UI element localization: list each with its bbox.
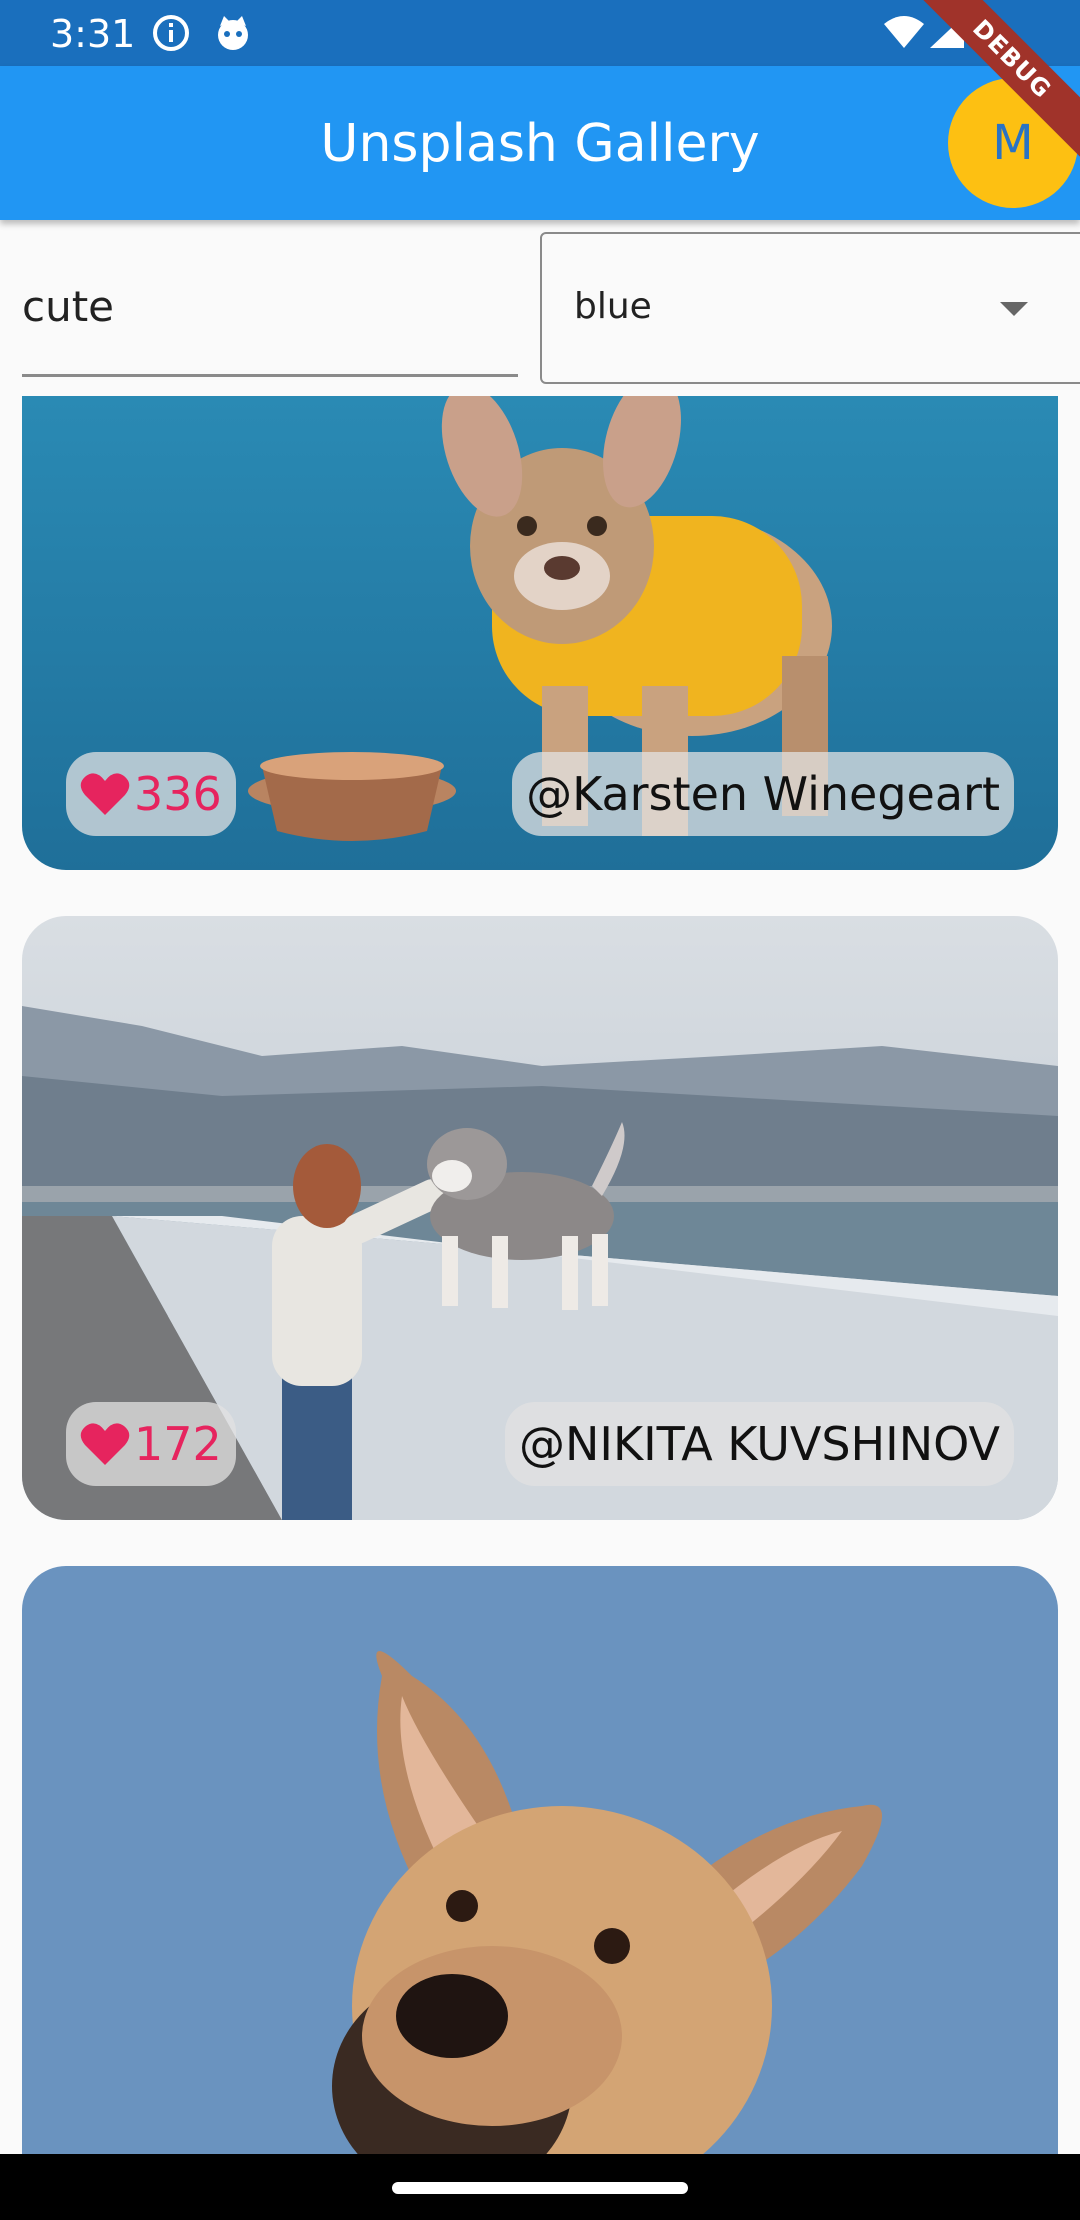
photo-card[interactable]: 172 @NIKITA KUVSHINOV: [22, 916, 1058, 1520]
likes-count: 172: [134, 1417, 222, 1471]
system-nav-bar: [0, 2154, 1080, 2220]
wifi-icon: [884, 16, 924, 48]
page-title: Unsplash Gallery: [320, 114, 760, 174]
likes-badge: 172: [66, 1402, 236, 1486]
likes-count: 336: [134, 767, 222, 821]
author-badge[interactable]: @Karsten Winegeart: [512, 752, 1014, 836]
search-input[interactable]: cute: [22, 232, 518, 377]
search-input-value: cute: [22, 282, 115, 331]
app-bar: Unsplash Gallery M: [0, 66, 1080, 220]
heart-icon: [80, 1423, 130, 1465]
author-badge[interactable]: @NIKITA KUVSHINOV: [504, 1402, 1014, 1486]
photo-image: [22, 1566, 1058, 2186]
chevron-down-icon: [1000, 302, 1028, 316]
color-dropdown[interactable]: blue: [540, 232, 1080, 384]
photo-card[interactable]: [22, 1566, 1058, 2186]
home-indicator[interactable]: [392, 2182, 688, 2194]
photo-card[interactable]: 336 @Karsten Winegeart: [22, 396, 1058, 870]
cat-icon: [218, 16, 248, 50]
status-time: 3:31: [50, 12, 136, 56]
color-dropdown-value: blue: [574, 286, 652, 327]
heart-icon: [80, 773, 130, 815]
likes-badge: 336: [66, 752, 236, 836]
info-icon: [153, 15, 189, 51]
status-bar: 3:31: [0, 0, 1080, 66]
